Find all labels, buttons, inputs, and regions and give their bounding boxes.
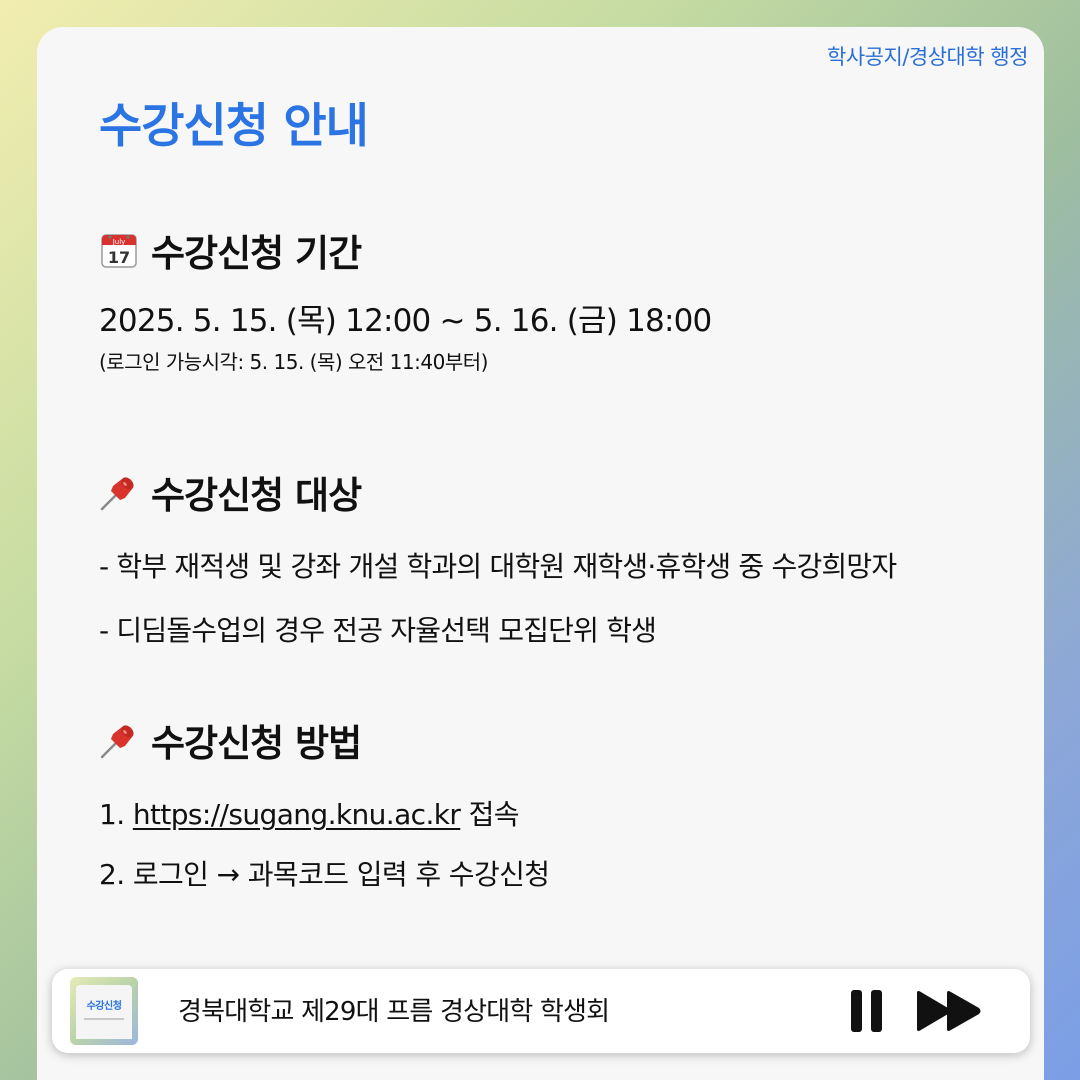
calendar-day: 17 xyxy=(108,248,130,267)
pause-icon[interactable] xyxy=(850,989,884,1033)
list-item: - 학부 재적생 및 강좌 개설 학과의 대학원 재학생·휴학생 중 수강희망자 xyxy=(99,550,897,583)
track-title: 경북대학교 제29대 프름 경상대학 학생회 xyxy=(178,997,610,1027)
section-heading: 수강신청 방법 xyxy=(99,715,549,765)
sugang-link[interactable]: https://sugang.knu.ac.kr xyxy=(133,798,461,831)
section-eligibility: 수강신청 대상 - 학부 재적생 및 강좌 개설 학과의 대학원 재학생·휴학생… xyxy=(99,467,897,649)
section-heading-label: 수강신청 기간 xyxy=(151,232,362,275)
calendar-icon: July 17 xyxy=(99,230,139,270)
section-period: July 17 수강신청 기간 2025. 5. 15. (목) 12:00 ~… xyxy=(99,225,712,375)
thumbnail-title: 수강신청 xyxy=(86,1001,122,1012)
section-heading: July 17 수강신청 기간 xyxy=(99,225,711,275)
notice-card: 학사공지/경상대학 행정 수강신청 안내 July 17 수강신청 기간 202… xyxy=(37,27,1044,1080)
step-2: 2. 로그인 → 과목코드 입력 후 수강신청 xyxy=(99,858,550,891)
section-heading-label: 수강신청 방법 xyxy=(151,722,362,765)
music-player: 수강신청 경북대학교 제29대 프름 경상대학 학생회 xyxy=(52,969,1030,1053)
breadcrumb[interactable]: 학사공지/경상대학 행정 xyxy=(827,41,1028,71)
section-heading-label: 수강신청 대상 xyxy=(151,474,362,517)
album-thumbnail[interactable]: 수강신청 xyxy=(70,977,138,1045)
section-method: 수강신청 방법 1. https://sugang.knu.ac.kr 접속 2… xyxy=(99,715,550,893)
fast-forward-icon[interactable] xyxy=(914,989,984,1033)
period-text: 2025. 5. 15. (목) 12:00 ~ 5. 16. (금) 18:0… xyxy=(99,303,712,339)
calendar-month: July xyxy=(112,238,126,246)
page-title: 수강신청 안내 xyxy=(99,99,369,154)
step-1: 1. https://sugang.knu.ac.kr 접속 xyxy=(99,793,549,833)
section-heading: 수강신청 대상 xyxy=(99,467,896,517)
step-suffix: 접속 xyxy=(460,798,520,831)
list-item: - 디딤돌수업의 경우 전공 자율선택 모집단위 학생 xyxy=(99,614,657,647)
pushpin-icon xyxy=(99,720,139,760)
pushpin-icon xyxy=(99,472,139,512)
step-prefix: 1. xyxy=(99,798,133,831)
login-time-note: (로그인 가능시각: 5. 15. (목) 오전 11:40부터) xyxy=(99,350,488,374)
